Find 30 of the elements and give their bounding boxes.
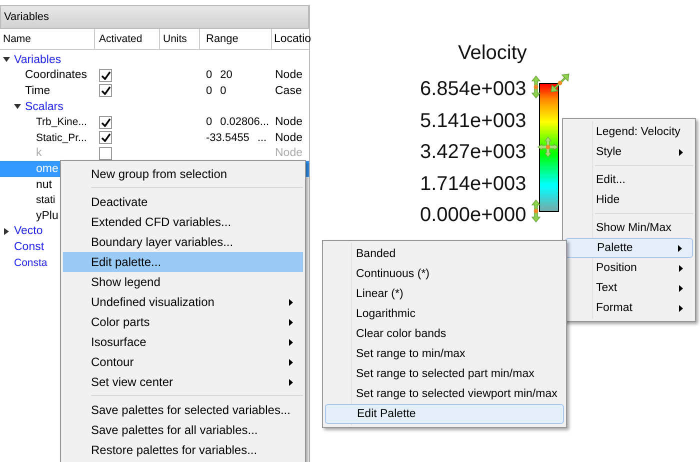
- tree-item-label: Trb_Kine...: [36, 116, 87, 128]
- range-max: 0: [220, 84, 226, 97]
- location-text: Node: [275, 116, 302, 128]
- range-min: 0: [206, 116, 212, 128]
- legend-value: 0.000e+000: [420, 205, 526, 226]
- location-text: Node: [275, 147, 302, 160]
- tree-item-label: k: [36, 147, 42, 160]
- location-text: Node: [275, 69, 302, 82]
- range-max: 0.02806...: [220, 116, 270, 128]
- legend-value: 5.141e+003: [420, 110, 526, 132]
- range-max: 20: [220, 69, 232, 82]
- range-min: 0: [206, 84, 212, 97]
- location-text: Case: [275, 84, 302, 97]
- legend-value: 3.427e+003: [420, 142, 526, 163]
- range-max: ...: [257, 132, 267, 144]
- legend-value: 6.854e+003: [420, 79, 526, 100]
- tree-item-label: Vecto: [14, 225, 43, 238]
- legend-value: 1.714e+003: [420, 174, 526, 194]
- range-min: -33.5455: [206, 132, 250, 144]
- tree-item-label: nut: [36, 178, 52, 191]
- tree-item-label: Static_Pr...: [36, 132, 87, 144]
- location-text: Node: [275, 132, 302, 144]
- tree-item-label: Variables: [14, 54, 62, 66]
- tree-item-label: ome: [36, 162, 58, 175]
- legend-title: Velocity: [458, 42, 528, 65]
- tree-item-label: Scalars: [25, 100, 64, 113]
- tree-item-label: Coordinates: [25, 69, 88, 82]
- panel-title: Variables: [4, 11, 50, 23]
- range-min: 0: [206, 69, 212, 82]
- tree-item-label: Time: [25, 84, 50, 97]
